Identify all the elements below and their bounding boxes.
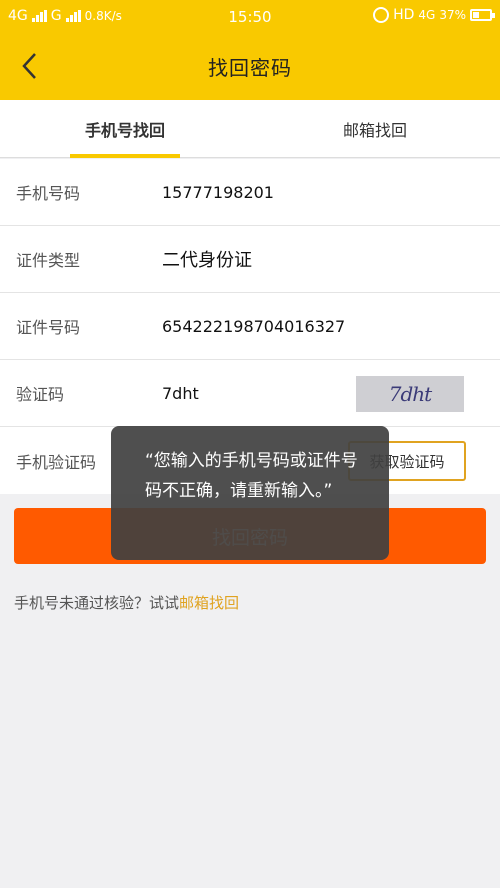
captcha-label: 验证码 <box>16 385 65 404</box>
captcha-row: 验证码 7dht 7dht <box>0 360 500 427</box>
phone-row: 手机号码 15777198201 <box>0 159 500 226</box>
id-type-label: 证件类型 <box>16 251 81 270</box>
top-bar: 4G G 0.8K/s 15:50 HD 4G 37% 找回密码 <box>0 0 500 100</box>
id-type-row: 证件类型 二代身份证 <box>0 226 500 293</box>
tab-email-recovery[interactable]: 邮箱找回 <box>250 100 500 157</box>
battery-icon <box>470 9 495 21</box>
battery-text: 37% <box>439 8 466 22</box>
email-recovery-link[interactable]: 邮箱找回 <box>179 594 239 612</box>
id-number-row: 证件号码 654222198704016327 <box>0 293 500 360</box>
screen: 4G G 0.8K/s 15:50 HD 4G 37% 找回密码 手机号找回 邮… <box>0 0 500 888</box>
hint-text: 手机号未通过核验？试试邮箱找回 <box>14 592 239 613</box>
id-type-select[interactable]: 二代身份证 <box>162 246 252 272</box>
alarm-icon <box>373 7 390 23</box>
phone-input[interactable]: 15777198201 <box>162 183 274 202</box>
status-bar: 4G G 0.8K/s 15:50 HD 4G 37% <box>0 0 500 32</box>
captcha-image[interactable]: 7dht <box>356 376 464 412</box>
error-toast: “您输入的手机号码或证件号码不正确，请重新输入。” <box>111 426 389 560</box>
id-number-label: 证件号码 <box>16 318 81 337</box>
status-right: HD 4G 37% <box>373 7 495 23</box>
app-header: 找回密码 <box>0 32 500 100</box>
back-button[interactable] <box>10 46 50 86</box>
id-number-input[interactable]: 654222198704016327 <box>162 317 345 336</box>
captcha-input[interactable]: 7dht <box>162 384 199 403</box>
hint-message: 手机号未通过核验？试试 <box>14 594 180 612</box>
hd-label: HD <box>393 7 415 23</box>
phone-label: 手机号码 <box>16 184 81 203</box>
page-title: 找回密码 <box>208 55 292 80</box>
tab-bar: 手机号找回 邮箱找回 <box>0 100 500 158</box>
chevron-left-icon <box>22 53 36 79</box>
network-type-label-3: 4G <box>418 8 436 22</box>
tab-phone-recovery[interactable]: 手机号找回 <box>0 100 250 158</box>
